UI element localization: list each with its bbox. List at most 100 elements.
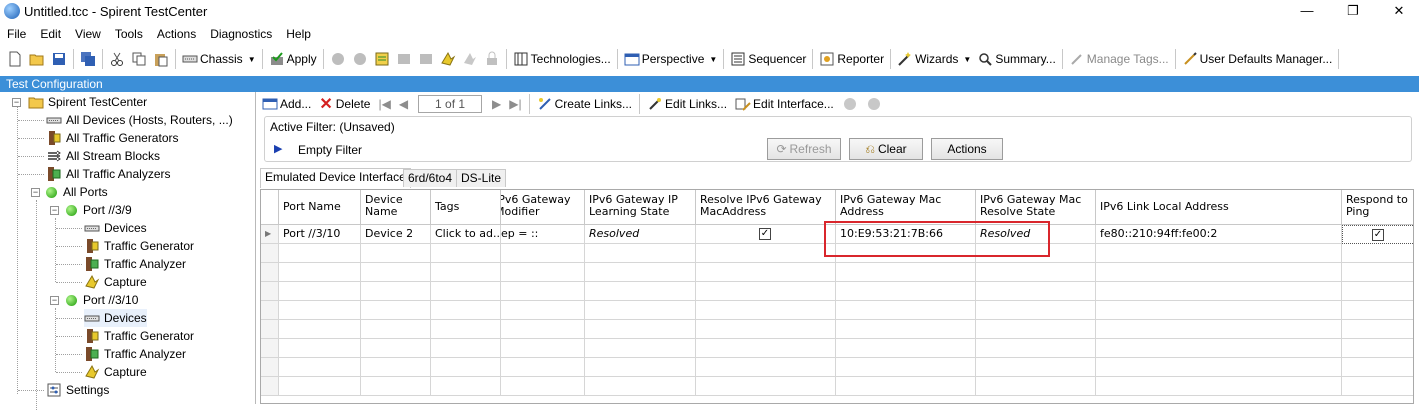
save-icon[interactable] bbox=[48, 48, 70, 70]
row-selector[interactable]: ▶ bbox=[261, 225, 279, 244]
actions-button[interactable]: Actions bbox=[931, 138, 1003, 160]
tree-item-port1-devices[interactable]: Devices bbox=[84, 219, 147, 237]
menu-edit[interactable]: Edit bbox=[33, 25, 68, 43]
tab-emulated-device-interface[interactable]: Emulated Device Interface bbox=[260, 168, 411, 188]
maximize-button[interactable]: ❐ bbox=[1330, 0, 1376, 22]
wizards-button[interactable]: Wizards ▼ bbox=[894, 48, 974, 70]
start-traffic-icon[interactable] bbox=[393, 48, 415, 70]
col-gateway-mac[interactable]: IPv6 Gateway Mac Address bbox=[836, 190, 976, 225]
sequencer-button[interactable]: Sequencer bbox=[727, 48, 809, 70]
col-resolve-mac[interactable]: Resolve IPv6 Gateway MacAddress bbox=[696, 190, 836, 225]
save-all-icon[interactable] bbox=[77, 48, 99, 70]
attach-ports-icon[interactable] bbox=[327, 48, 349, 70]
summary-button[interactable]: Summary... bbox=[974, 48, 1058, 70]
col-link-local[interactable]: IPv6 Link Local Address bbox=[1096, 190, 1342, 225]
empty-cell bbox=[696, 339, 836, 358]
edit-interface-button[interactable]: Edit Interface... bbox=[731, 96, 838, 112]
collapse-toggle-port1[interactable]: − bbox=[50, 206, 59, 215]
technologies-button[interactable]: Technologies... bbox=[510, 48, 614, 70]
tree-item-port2-traffic-generator[interactable]: Traffic Generator bbox=[84, 327, 194, 345]
col-tags[interactable]: Tags bbox=[431, 190, 501, 225]
menu-file[interactable]: File bbox=[0, 25, 33, 43]
manage-tags-button[interactable]: Manage Tags... bbox=[1066, 48, 1172, 70]
close-button[interactable]: ✕ bbox=[1376, 0, 1419, 22]
next-page-icon[interactable]: ▶ bbox=[488, 97, 505, 111]
menu-view[interactable]: View bbox=[68, 25, 108, 43]
empty-filter-label[interactable]: Empty Filter bbox=[298, 143, 362, 157]
collapse-toggle-all-ports[interactable]: − bbox=[31, 188, 40, 197]
col-gateway-ip-learning[interactable]: IPv6 Gateway IP Learning State bbox=[585, 190, 696, 225]
cell-tags[interactable]: Click to ad... bbox=[431, 225, 501, 244]
col-port-name[interactable]: Port Name bbox=[279, 190, 361, 225]
menu-diagnostics[interactable]: Diagnostics bbox=[203, 25, 279, 43]
resolve-mac-checkbox[interactable]: ✓ bbox=[759, 228, 771, 240]
traffic-analyzer-icon bbox=[86, 257, 99, 271]
menu-help[interactable]: Help bbox=[279, 25, 318, 43]
tree-item-all-traffic-generators[interactable]: All Traffic Generators bbox=[46, 129, 179, 147]
col-respond-ping[interactable]: Respond to Ping bbox=[1342, 190, 1413, 225]
row-selector bbox=[261, 377, 279, 396]
tree-item-port-3-10[interactable]: Port //3/10 bbox=[66, 291, 138, 309]
apply-button[interactable]: Apply bbox=[266, 48, 320, 70]
open-folder-icon[interactable] bbox=[26, 48, 48, 70]
edit-links-button[interactable]: Edit Links... bbox=[643, 96, 731, 112]
tree-item-port1-capture[interactable]: Capture bbox=[84, 273, 147, 291]
cell-link-local[interactable]: fe80::210:94ff:fe00:2 bbox=[1096, 225, 1342, 244]
tree-item-all-stream-blocks[interactable]: All Stream Blocks bbox=[46, 147, 160, 165]
tree-root[interactable]: Spirent TestCenter bbox=[28, 93, 147, 111]
tree-item-settings[interactable]: Settings bbox=[46, 381, 109, 399]
cell-gateway-modifier[interactable]: ep = :: bbox=[501, 225, 585, 244]
tree-item-port2-capture[interactable]: Capture bbox=[84, 363, 147, 381]
user-defaults-button[interactable]: User Defaults Manager... bbox=[1179, 48, 1336, 70]
chassis-button[interactable]: Chassis ▼ bbox=[179, 48, 259, 70]
reporter-button[interactable]: Reporter bbox=[816, 48, 887, 70]
arp-icon[interactable] bbox=[437, 48, 459, 70]
collapse-toggle-root[interactable]: − bbox=[12, 98, 21, 107]
globe-icon[interactable] bbox=[838, 96, 862, 112]
new-file-icon[interactable] bbox=[4, 48, 26, 70]
empty-cell bbox=[696, 263, 836, 282]
cell-port-name[interactable]: Port //3/10 bbox=[279, 225, 361, 244]
copy-icon[interactable] bbox=[128, 48, 150, 70]
tab-ds-lite[interactable]: DS-Lite bbox=[456, 169, 507, 187]
paste-icon[interactable] bbox=[150, 48, 172, 70]
add-button[interactable]: Add... bbox=[258, 96, 315, 112]
tree-item-all-devices[interactable]: All Devices (Hosts, Routers, ...) bbox=[46, 111, 233, 129]
last-page-icon[interactable]: ▶| bbox=[505, 97, 525, 111]
col-device-name[interactable]: Device Name bbox=[361, 190, 431, 225]
col-gateway-mac-state[interactable]: IPv6 Gateway Mac Resolve State bbox=[976, 190, 1096, 225]
collapse-toggle-port2[interactable]: − bbox=[50, 296, 59, 305]
clear-button[interactable]: ⎌ Clear bbox=[849, 138, 923, 160]
tree-item-port1-traffic-analyzer[interactable]: Traffic Analyzer bbox=[84, 255, 186, 273]
arp-stop-icon[interactable] bbox=[459, 48, 481, 70]
tree-item-port-3-9[interactable]: Port //3/9 bbox=[66, 201, 132, 219]
stop-traffic-icon[interactable] bbox=[415, 48, 437, 70]
perspective-button[interactable]: Perspective ▼ bbox=[621, 48, 721, 70]
globe-settings-icon[interactable] bbox=[862, 96, 886, 112]
tree-item-port1-traffic-generator[interactable]: Traffic Generator bbox=[84, 237, 194, 255]
tree-item-all-ports[interactable]: All Ports bbox=[46, 183, 108, 201]
cell-device-name[interactable]: Device 2 bbox=[361, 225, 431, 244]
tree-item-port2-traffic-analyzer[interactable]: Traffic Analyzer bbox=[84, 345, 186, 363]
release-ports-icon[interactable] bbox=[349, 48, 371, 70]
delete-button[interactable]: ✕ Delete bbox=[315, 94, 374, 114]
col-gateway-modifier[interactable]: IPv6 Gateway Modifier bbox=[501, 190, 585, 225]
respond-ping-checkbox[interactable]: ✓ bbox=[1372, 229, 1384, 241]
expand-filter-icon[interactable]: ▶ bbox=[274, 142, 282, 155]
app-icon bbox=[4, 3, 20, 19]
first-page-icon[interactable]: |◀ bbox=[374, 97, 394, 111]
stream-block-icon[interactable] bbox=[371, 48, 393, 70]
create-links-button[interactable]: Create Links... bbox=[533, 96, 636, 112]
refresh-button[interactable]: ⟳ Refresh bbox=[767, 138, 841, 160]
tree-item-all-traffic-analyzers[interactable]: All Traffic Analyzers bbox=[46, 165, 170, 183]
menu-actions[interactable]: Actions bbox=[150, 25, 203, 43]
page-indicator[interactable]: 1 of 1 bbox=[418, 95, 483, 113]
cut-icon[interactable] bbox=[106, 48, 128, 70]
prev-page-icon[interactable]: ◀ bbox=[395, 97, 412, 111]
empty-cell bbox=[1096, 377, 1342, 396]
menu-tools[interactable]: Tools bbox=[108, 25, 150, 43]
minimize-button[interactable]: — bbox=[1284, 0, 1330, 22]
tree-item-port2-devices[interactable]: Devices bbox=[84, 309, 147, 327]
lock-icon[interactable] bbox=[481, 48, 503, 70]
tab-6rd-6to4[interactable]: 6rd/6to4 bbox=[403, 169, 458, 187]
